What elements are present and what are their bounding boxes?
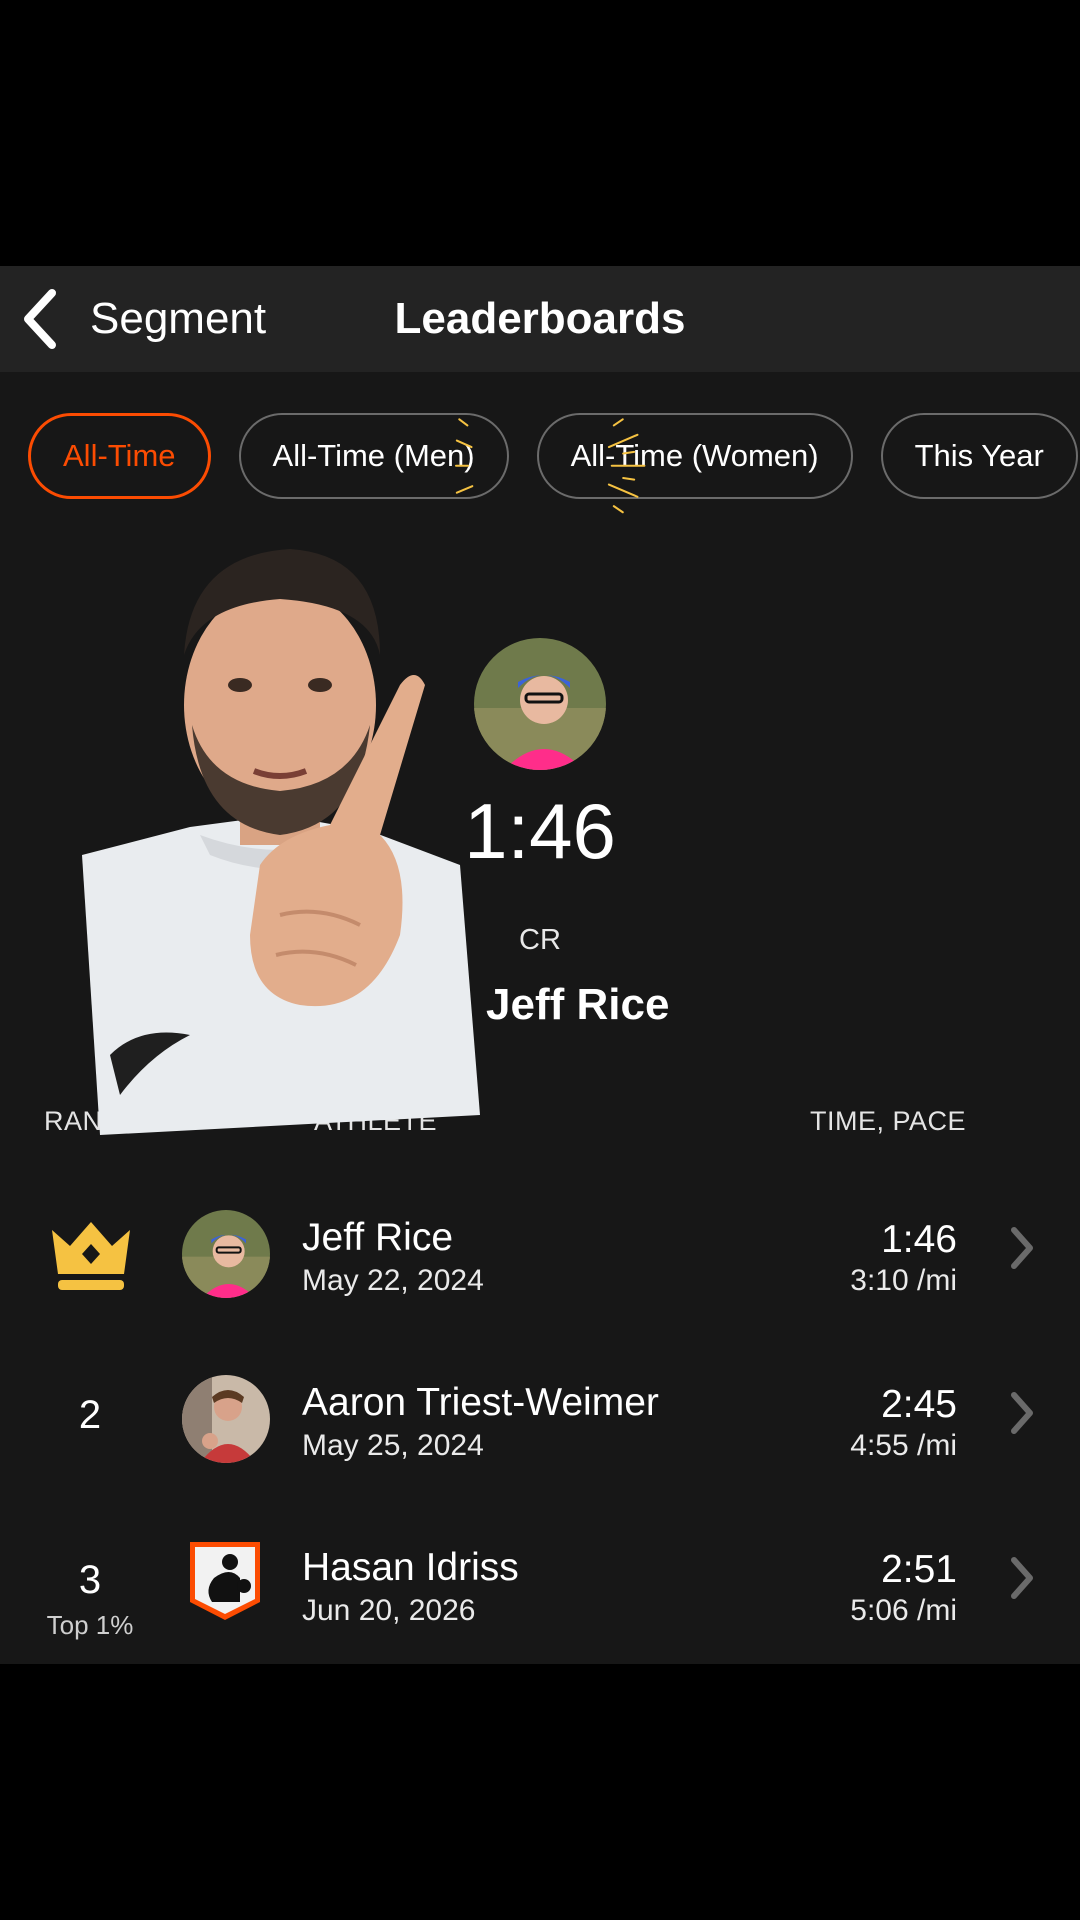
effort-time: 1:46 xyxy=(881,1218,957,1261)
effort-pace: 4:55 /mi xyxy=(850,1429,957,1462)
leaderboard-row[interactable]: Jeff Rice May 22, 2024 1:46 3:10 /mi xyxy=(0,1184,1080,1314)
athlete-name: Aaron Triest-Weimer xyxy=(302,1381,659,1424)
rank-number: 3 xyxy=(78,1558,102,1602)
athlete-name: Hasan Idriss xyxy=(302,1546,519,1589)
avatar xyxy=(182,1210,270,1298)
cr-avatar[interactable] xyxy=(474,638,606,770)
presenter-cutout-image xyxy=(82,549,480,1135)
effort-pace: 3:10 /mi xyxy=(850,1264,957,1297)
avatar-photo-icon xyxy=(182,1210,270,1298)
chevron-right-icon xyxy=(1011,1227,1033,1269)
athlete-badge-icon xyxy=(190,1542,260,1620)
chevron-right-icon xyxy=(1011,1392,1033,1434)
leaderboard-row[interactable]: 2 Aaron Triest-Weimer May 25, 2024 2:45 … xyxy=(0,1349,1080,1479)
rank-percentile: Top 1% xyxy=(46,1610,134,1640)
avatar-photo-icon xyxy=(182,1375,270,1463)
effort-date: May 22, 2024 xyxy=(302,1264,484,1297)
cr-athlete-name[interactable]: Jeff Rice xyxy=(486,980,669,1030)
rank-number: 2 xyxy=(78,1393,102,1437)
effort-date: May 25, 2024 xyxy=(302,1429,484,1462)
athlete-name: Jeff Rice xyxy=(302,1216,454,1259)
crown-icon xyxy=(52,1222,130,1290)
effort-pace: 5:06 /mi xyxy=(850,1594,957,1627)
effort-time: 2:51 xyxy=(881,1548,957,1591)
avatar-photo-icon xyxy=(474,638,606,770)
effort-time: 2:45 xyxy=(881,1383,957,1426)
chevron-right-icon xyxy=(1011,1557,1033,1599)
leaderboard-row[interactable]: 3 Top 1% Hasan Idriss Jun 20, 2026 2:51 … xyxy=(0,1514,1080,1664)
column-time-pace: TIME, PACE xyxy=(810,1106,967,1136)
effort-date: Jun 20, 2026 xyxy=(302,1594,476,1627)
avatar xyxy=(182,1375,270,1463)
